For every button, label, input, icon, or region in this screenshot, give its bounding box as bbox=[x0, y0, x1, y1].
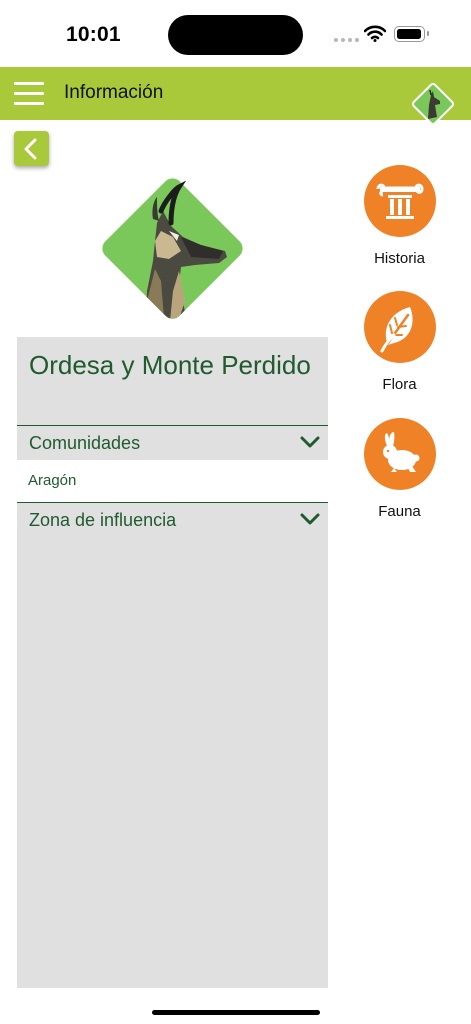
chevron-left-icon bbox=[24, 138, 37, 160]
leaf-icon bbox=[380, 307, 413, 353]
side-nav-label: Fauna bbox=[378, 503, 421, 520]
rabbit-icon bbox=[382, 432, 419, 472]
section-zona-influencia-header[interactable]: Zona de influencia bbox=[17, 502, 328, 537]
section-value: Aragón bbox=[28, 472, 77, 489]
menu-button[interactable] bbox=[14, 82, 46, 106]
park-name: Ordesa y Monte Perdido bbox=[29, 350, 311, 380]
side-nav-historia[interactable]: Historia bbox=[362, 165, 437, 267]
side-nav-label: Flora bbox=[382, 376, 417, 393]
battery-icon bbox=[394, 26, 429, 42]
side-nav-fauna[interactable]: Fauna bbox=[362, 418, 437, 520]
section-comunidades-content: Aragón bbox=[17, 460, 328, 502]
back-button[interactable] bbox=[14, 131, 49, 166]
side-nav-flora[interactable]: Flora bbox=[362, 291, 437, 393]
wifi-icon bbox=[364, 25, 386, 42]
column-icon bbox=[376, 183, 424, 219]
dynamic-island bbox=[168, 15, 303, 55]
section-label: Zona de influencia bbox=[29, 510, 177, 530]
side-nav-label: Historia bbox=[374, 250, 425, 267]
park-info-panel: Ordesa y Monte Perdido Comunidades Aragó… bbox=[17, 337, 328, 988]
section-label: Comunidades bbox=[29, 433, 141, 453]
chamois-logo-icon[interactable] bbox=[410, 81, 456, 127]
app-header: Información bbox=[0, 67, 471, 125]
page-title: Información bbox=[64, 82, 164, 103]
section-comunidades-header[interactable]: Comunidades bbox=[17, 425, 328, 460]
status-bar: 10:01 bbox=[0, 0, 471, 67]
park-logo bbox=[102, 178, 243, 323]
chevron-down-icon bbox=[300, 513, 320, 525]
status-time: 10:01 bbox=[66, 23, 121, 46]
home-indicator[interactable] bbox=[152, 1010, 320, 1015]
chevron-down-icon bbox=[300, 436, 320, 448]
cellular-signal-icon bbox=[334, 38, 359, 42]
